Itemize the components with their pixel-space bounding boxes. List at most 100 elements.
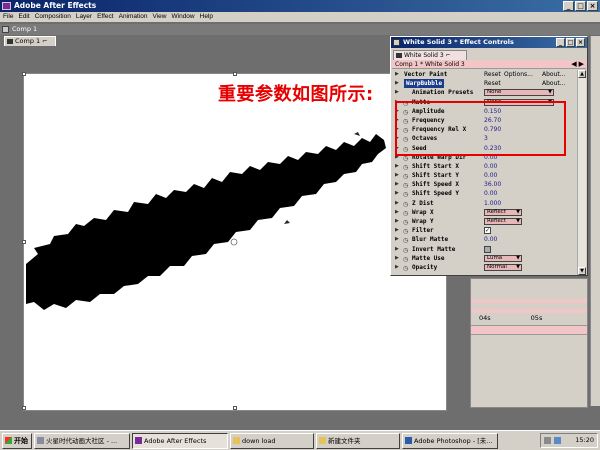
expand-triangle-icon[interactable]: ▶ xyxy=(395,189,399,198)
task-download-label: down load xyxy=(242,436,276,445)
effect-row-shift-start-y[interactable]: ▶ ◷ Shift Start Y 0.00 xyxy=(392,171,576,180)
effect-row-shift-speed-x[interactable]: ▶ ◷ Shift Speed X 36.00 xyxy=(392,180,576,189)
close-button[interactable]: × xyxy=(587,1,598,11)
param-value[interactable]: 1.000 xyxy=(484,199,501,208)
expand-triangle-icon[interactable]: ▶ xyxy=(395,171,399,180)
expand-triangle-icon[interactable]: ▶ xyxy=(395,70,399,79)
expand-triangle-icon[interactable]: ▶ xyxy=(395,199,399,208)
panel-close-button[interactable]: × xyxy=(576,38,585,47)
effect-row-shift-start-x[interactable]: ▶ ◷ Shift Start X 0.00 xyxy=(392,162,576,171)
tab-white-solid-3[interactable]: White Solid 3 ⌐ xyxy=(393,50,467,60)
task-after-effects[interactable]: Adobe After Effects xyxy=(132,432,228,449)
minimize-button[interactable]: _ xyxy=(563,1,574,11)
menu-help[interactable]: Help xyxy=(200,12,213,22)
timeline-layer-bar[interactable] xyxy=(471,309,587,313)
stopwatch-icon[interactable]: ◷ xyxy=(403,264,408,273)
menu-animation[interactable]: Animation xyxy=(119,12,148,22)
effect-row-vector-paint[interactable]: ▶ Vector Paint Reset Options... About... xyxy=(392,70,576,79)
menu-view[interactable]: View xyxy=(153,12,167,22)
reset-link[interactable]: Reset xyxy=(484,79,501,88)
menu-effect[interactable]: Effect xyxy=(97,12,114,22)
param-value[interactable]: 0.00 xyxy=(484,171,497,180)
effect-row-warpbubble[interactable]: ▶ WarpBubble Reset About... xyxy=(392,79,576,89)
menu-edit[interactable]: Edit xyxy=(18,12,29,22)
network-icon[interactable] xyxy=(554,437,561,444)
expand-triangle-icon[interactable]: ▶ xyxy=(395,88,399,97)
prev-layer-icon[interactable]: ◀ xyxy=(571,60,576,69)
about-link[interactable]: About... xyxy=(542,70,565,79)
panel-minimize-button[interactable]: _ xyxy=(556,38,565,47)
menu-file[interactable]: File xyxy=(3,12,13,22)
expand-triangle-icon[interactable]: ▶ xyxy=(395,254,399,263)
comp-titlebar[interactable]: Comp 1 xyxy=(0,24,600,35)
param-dropdown[interactable]: Normal ▼ xyxy=(484,263,522,271)
expand-triangle-icon[interactable]: ▶ xyxy=(395,208,399,217)
menu-composition[interactable]: Composition xyxy=(35,12,71,22)
expand-triangle-icon[interactable]: ▶ xyxy=(395,217,399,226)
comp-viewer-canvas[interactable] xyxy=(22,72,447,411)
clock: 15:20 xyxy=(575,436,594,444)
effect-row-shift-speed-y[interactable]: ▶ ◷ Shift Speed Y 0.00 xyxy=(392,189,576,198)
maximize-button[interactable]: □ xyxy=(575,1,586,11)
anchor-point[interactable] xyxy=(230,238,238,246)
effect-row-matte-use[interactable]: ▶ ◷ Matte Use Luma ▼ xyxy=(392,254,576,263)
effect-row-animation-presets[interactable]: ▶ Animation Presets None ▼ xyxy=(392,88,576,97)
effect-controls-title: White Solid 3 * Effect Controls xyxy=(403,38,514,46)
expand-triangle-icon[interactable]: ▶ xyxy=(395,180,399,189)
main-vertical-scrollbar[interactable] xyxy=(590,36,600,406)
menu-layer[interactable]: Layer xyxy=(76,12,92,22)
expand-triangle-icon[interactable]: ▶ xyxy=(395,245,399,254)
scroll-up-arrow-icon[interactable]: ▲ xyxy=(578,70,586,78)
expand-triangle-icon[interactable]: ▶ xyxy=(395,226,399,235)
timeline-duration-bar[interactable] xyxy=(471,325,587,335)
reset-link[interactable]: Reset xyxy=(484,70,501,79)
task-new-folder[interactable]: 新建文件夹 xyxy=(316,432,400,449)
expand-triangle-icon[interactable]: ▶ xyxy=(395,235,399,244)
folder-icon xyxy=(319,436,326,444)
param-value[interactable]: 36.00 xyxy=(484,180,501,189)
panel-maximize-button[interactable]: □ xyxy=(566,38,575,47)
handle-middle-left[interactable] xyxy=(22,240,26,244)
tab-comp-1[interactable]: Comp 1 ⌐ xyxy=(4,36,56,46)
expand-triangle-icon[interactable]: ▶ xyxy=(395,162,399,171)
windows-logo-icon xyxy=(5,436,12,444)
param-dropdown[interactable]: Reflect ▼ xyxy=(484,208,522,216)
handle-bottom-left[interactable] xyxy=(22,406,26,410)
effect-controls-scrollbar[interactable]: ▲ ▼ xyxy=(577,70,586,275)
handle-bottom-middle[interactable] xyxy=(233,406,237,410)
effect-row-wrap-y[interactable]: ▶ ◷ Wrap Y Reflect ▼ xyxy=(392,217,576,226)
effect-row-filter[interactable]: ▶ ◷ Filter ✓ xyxy=(392,226,576,235)
param-value[interactable]: 0.00 xyxy=(484,162,497,171)
task-browser-label: 火星时代动画大社区 - ... xyxy=(46,436,118,445)
effect-row-wrap-x[interactable]: ▶ ◷ Wrap X Reflect ▼ xyxy=(392,208,576,217)
effect-row-z-dist[interactable]: ▶ ◷ Z Dist 1.000 xyxy=(392,199,576,208)
timeline-work-area[interactable] xyxy=(471,299,587,303)
param-dropdown[interactable]: None ▼ xyxy=(484,89,554,97)
param-dropdown[interactable]: Reflect ▼ xyxy=(484,218,522,225)
handle-top-middle[interactable] xyxy=(233,72,237,76)
effect-row-opacity[interactable]: ▶ ◷ Opacity Normal ▼ xyxy=(392,263,576,272)
next-layer-icon[interactable]: ▶ xyxy=(579,60,584,69)
expand-triangle-icon[interactable]: ▶ xyxy=(395,263,399,272)
start-button[interactable]: 开始 xyxy=(2,432,32,449)
expand-triangle-icon[interactable]: ▶ xyxy=(395,79,399,88)
task-download-folder[interactable]: down load xyxy=(230,432,314,449)
param-checkbox[interactable] xyxy=(484,245,491,253)
param-checkbox[interactable]: ✓ xyxy=(484,227,491,235)
param-label: Shift Speed Y xyxy=(412,190,459,198)
param-value[interactable]: 0.00 xyxy=(484,235,497,244)
volume-icon[interactable] xyxy=(544,437,551,444)
handle-top-left[interactable] xyxy=(22,72,26,76)
param-dropdown[interactable]: Luma ▼ xyxy=(484,254,522,262)
effect-controls-titlebar[interactable]: White Solid 3 * Effect Controls _ □ × xyxy=(391,37,587,48)
dropdown-value: Normal xyxy=(487,263,507,270)
effect-row-invert-matte[interactable]: ▶ ◷ Invert Matte xyxy=(392,245,576,254)
effect-row-blur-matte[interactable]: ▶ ◷ Blur Matte 0.00 xyxy=(392,235,576,244)
about-link[interactable]: About... xyxy=(542,79,565,88)
task-photoshop[interactable]: Adobe Photoshop - [未... xyxy=(402,432,498,449)
task-browser[interactable]: 火星时代动画大社区 - ... xyxy=(34,432,130,449)
options-link[interactable]: Options... xyxy=(504,70,533,79)
scroll-down-arrow-icon[interactable]: ▼ xyxy=(578,267,586,275)
menu-window[interactable]: Window xyxy=(172,12,195,22)
param-value[interactable]: 0.00 xyxy=(484,189,497,198)
